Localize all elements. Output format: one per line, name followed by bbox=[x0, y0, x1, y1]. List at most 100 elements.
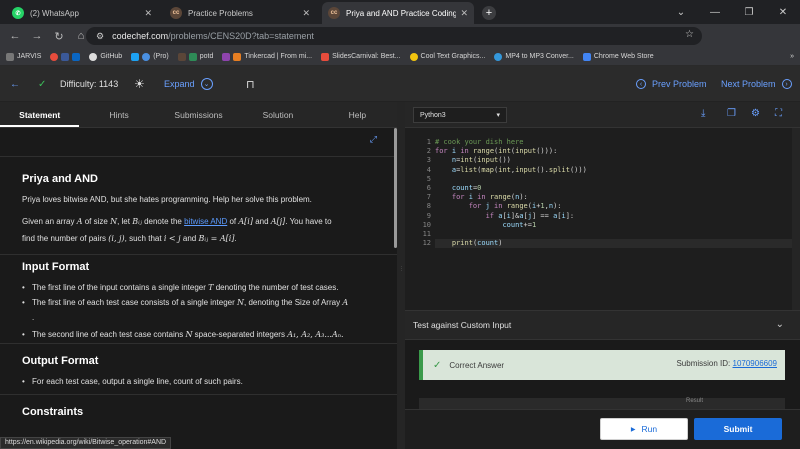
check-icon: ✓ bbox=[433, 359, 442, 371]
site-info-icon[interactable]: ⚙ bbox=[96, 31, 104, 42]
result-status-box: ✓ Correct Answer Submission ID: 10709066… bbox=[419, 350, 785, 380]
browser-tab-whatsapp[interactable]: ✆ (2) WhatsApp ✕ bbox=[6, 2, 158, 24]
window-controls: ⌄ — ❐ ✕ bbox=[664, 0, 800, 24]
codechef-icon: cc bbox=[328, 7, 340, 19]
url-path: /problems/CENS20D?tab=statement bbox=[168, 31, 314, 41]
bookmark-icons[interactable] bbox=[50, 52, 81, 61]
bookmark-mp4-to-mp3[interactable]: MP4 to MP3 Conver... bbox=[494, 52, 574, 61]
editor-toolbar: Python3 ▾ ⤓ ❐ ⚙ ⛶ bbox=[405, 102, 800, 128]
bookmarks-bar: JARVIS GitHub (Pro) potd Tinkercad | Fro… bbox=[0, 48, 800, 66]
line-numbers: 1 2 3 4 5 6 7 8 9 10 11 12 bbox=[422, 138, 431, 248]
run-button[interactable]: ▶ Run bbox=[600, 418, 688, 440]
output-format-heading: Output Format bbox=[22, 355, 99, 367]
new-tab-button[interactable]: + bbox=[482, 6, 496, 20]
custom-input-label: Test against Custom Input bbox=[413, 320, 512, 330]
theme-sun-icon[interactable]: ☀ bbox=[134, 66, 145, 102]
tab-hints[interactable]: Hints bbox=[79, 102, 158, 127]
close-icon[interactable]: ✕ bbox=[144, 8, 152, 19]
bookmark-pro[interactable]: (Pro) bbox=[131, 52, 169, 61]
list-item: For each test case, output a single line… bbox=[22, 374, 374, 389]
language-select[interactable]: Python3 ▾ bbox=[413, 107, 507, 123]
custom-input-toggle[interactable]: Test against Custom Input ⌄ bbox=[405, 310, 800, 340]
list-item: The second line of each test case contai… bbox=[22, 327, 374, 342]
result-table-header: Result bbox=[419, 398, 785, 409]
problem-given: Given an array A of size N, let Bᵢⱼ deno… bbox=[22, 217, 332, 226]
url-input[interactable]: ⚙ codechef.com/problems/CENS20D?tab=stat… bbox=[86, 27, 702, 45]
submission-id: Submission ID: 1070906609 bbox=[676, 359, 777, 368]
divider bbox=[0, 254, 397, 255]
bookmark-chrome-web-store[interactable]: Chrome Web Store bbox=[582, 52, 654, 61]
divider bbox=[0, 394, 397, 395]
editor-scrollbar[interactable] bbox=[792, 128, 800, 310]
bookmark-cooltext[interactable]: Cool Text Graphics... bbox=[409, 52, 485, 61]
browser-tab-bar: ✆ (2) WhatsApp ✕ cc Practice Problems ✕ … bbox=[0, 0, 800, 24]
input-format-list: The first line of the input contains a s… bbox=[22, 280, 374, 342]
tab-help[interactable]: Help bbox=[318, 102, 397, 127]
divider bbox=[0, 156, 397, 157]
play-icon: ▶ bbox=[630, 426, 636, 433]
fullscreen-editor-icon[interactable]: ⛶ bbox=[775, 108, 782, 119]
close-icon[interactable]: ✕ bbox=[460, 8, 468, 19]
bookmark-icon[interactable]: ⊓ bbox=[246, 66, 255, 102]
copy-icon[interactable]: ❐ bbox=[727, 108, 736, 119]
fullscreen-icon[interactable]: ⤢ bbox=[370, 134, 377, 145]
chevron-left-icon: ‹ bbox=[636, 79, 646, 89]
bookmark-tinkercad[interactable]: Tinkercad | From mi... bbox=[222, 52, 312, 61]
browser-tab-problem[interactable]: cc Priya and AND Practice Coding ✕ bbox=[322, 2, 474, 24]
minimize-icon[interactable]: — bbox=[698, 7, 732, 18]
divider bbox=[0, 343, 397, 344]
bitwise-and-link[interactable]: bitwise AND bbox=[184, 217, 227, 226]
problem-intro: Priya loves bitwise AND, but she hates p… bbox=[22, 195, 312, 204]
result-status: Correct Answer bbox=[449, 360, 505, 370]
next-problem-button[interactable]: Next Problem › bbox=[721, 66, 792, 102]
difficulty-label: Difficulty: 1143 bbox=[60, 79, 119, 89]
tab-submissions[interactable]: Submissions bbox=[159, 102, 238, 127]
close-icon[interactable]: ✕ bbox=[302, 8, 310, 19]
problem-statement: ⤢ Priya and AND Priya loves bitwise AND,… bbox=[0, 128, 397, 449]
settings-gear-icon[interactable]: ⚙ bbox=[751, 108, 760, 119]
forward-icon[interactable]: → bbox=[26, 30, 48, 42]
tab-label: Priya and AND Practice Coding bbox=[346, 8, 457, 18]
list-item: The first line of each test case consist… bbox=[22, 295, 374, 325]
chevron-right-icon: › bbox=[781, 79, 792, 89]
output-format-list: For each test case, output a single line… bbox=[22, 374, 374, 389]
url-host: codechef.com bbox=[112, 31, 169, 41]
problem-tabs: Statement Hints Submissions Solution Hel… bbox=[0, 102, 397, 128]
restore-icon[interactable]: ❐ bbox=[732, 7, 766, 18]
tab-label: Practice Problems bbox=[188, 8, 253, 18]
result-panel: ✓ Correct Answer Submission ID: 10709066… bbox=[405, 340, 800, 409]
bookmark-potd[interactable]: potd bbox=[177, 52, 213, 61]
code-editor[interactable]: 1 2 3 4 5 6 7 8 9 10 11 12 # cook your d… bbox=[405, 128, 800, 310]
list-item: The first line of the input contains a s… bbox=[22, 280, 374, 295]
input-format-heading: Input Format bbox=[22, 261, 90, 273]
panel-splitter[interactable]: ⋮ bbox=[397, 102, 405, 449]
close-window-icon[interactable]: ✕ bbox=[766, 7, 800, 18]
problem-find: find the number of pairs (i, j), such th… bbox=[22, 234, 237, 243]
chevron-down-icon: ⌄ bbox=[200, 78, 213, 90]
code-lines: # cook your dish here for i in range(int… bbox=[435, 138, 795, 249]
bookmark-star-icon[interactable]: ☆ bbox=[685, 29, 694, 40]
whatsapp-icon: ✆ bbox=[12, 7, 24, 19]
tab-solution[interactable]: Solution bbox=[238, 102, 317, 127]
back-icon[interactable]: ← bbox=[4, 30, 26, 42]
tab-search-icon[interactable]: ⌄ bbox=[664, 7, 698, 18]
constraints-heading: Constraints bbox=[22, 406, 84, 418]
prev-problem-button[interactable]: ‹ Prev Problem bbox=[636, 66, 707, 102]
tab-statement[interactable]: Statement bbox=[0, 102, 80, 127]
chevron-down-icon[interactable]: ⌄ bbox=[776, 319, 784, 330]
check-icon: ✓ bbox=[38, 78, 47, 90]
bookmark-jarvis[interactable]: JARVIS bbox=[6, 52, 41, 61]
download-icon[interactable]: ⤓ bbox=[701, 108, 705, 119]
back-arrow-icon[interactable]: ← bbox=[10, 66, 20, 102]
expand-button[interactable]: Expand ⌄ bbox=[164, 66, 213, 102]
reload-icon[interactable]: ↻ bbox=[48, 30, 70, 43]
drag-handle-icon[interactable]: ⋮ bbox=[399, 267, 404, 272]
bookmark-github[interactable]: GitHub bbox=[89, 52, 122, 61]
bookmark-slidescarnival[interactable]: SlidesCarnival: Best... bbox=[321, 52, 401, 61]
caret-down-icon: ▾ bbox=[496, 112, 500, 119]
submission-id-link[interactable]: 1070906609 bbox=[733, 359, 778, 368]
browser-tab-practice[interactable]: cc Practice Problems ✕ bbox=[164, 2, 316, 24]
more-bookmarks-icon[interactable]: » bbox=[790, 53, 794, 60]
tab-label: (2) WhatsApp bbox=[30, 8, 79, 18]
submit-button[interactable]: Submit bbox=[694, 418, 782, 440]
